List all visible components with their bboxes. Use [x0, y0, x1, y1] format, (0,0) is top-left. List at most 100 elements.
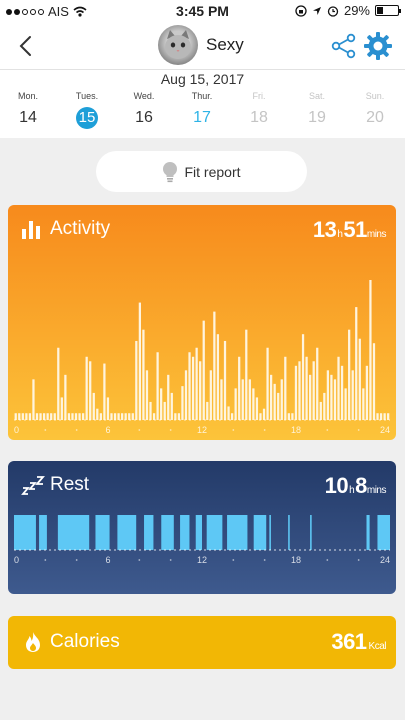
activity-bar [323, 392, 326, 420]
activity-bar [294, 365, 298, 420]
activity-bar [60, 397, 63, 420]
activity-bar [362, 388, 365, 420]
rest-sleep-block [144, 515, 154, 550]
activity-bar [387, 413, 390, 420]
settings-gear-icon[interactable] [362, 30, 394, 62]
activity-bar [28, 413, 32, 420]
activity-bar [213, 311, 216, 420]
axis-tick-label: 12 [197, 425, 207, 435]
activity-bar [348, 329, 351, 420]
activity-bar [57, 347, 60, 420]
activity-bar [248, 379, 251, 420]
axis-tick-label: 18 [291, 425, 301, 435]
activity-bar [85, 356, 88, 420]
day-name: Wed. [133, 91, 155, 101]
activity-bar [117, 413, 120, 420]
axis-minor-dot [169, 429, 172, 431]
rest-sleep-block [180, 515, 190, 550]
activity-bar [379, 413, 383, 420]
day-14[interactable]: Mon. 14 [3, 90, 53, 129]
rotation-lock-icon [295, 4, 307, 17]
activity-bar [316, 347, 319, 420]
activity-bar [42, 413, 46, 420]
activity-card[interactable]: Activity 13h51mins 0 6 12 18 24 [8, 205, 396, 440]
app-header: Sexy [0, 22, 405, 70]
avatar[interactable] [158, 25, 198, 65]
activity-bar [358, 338, 361, 420]
profile-name[interactable]: Sexy [206, 35, 244, 55]
axis-tick-label: 24 [380, 555, 390, 565]
battery-level-fill [377, 7, 383, 14]
activity-bar [131, 413, 134, 420]
activity-bar [280, 379, 283, 420]
cat-avatar-icon [165, 30, 191, 59]
activity-bar [223, 340, 227, 420]
day-19: Sat. 19 [292, 90, 342, 129]
day-name: Thur. [191, 91, 213, 101]
activity-bar [227, 406, 230, 420]
rest-sleep-block [310, 515, 312, 550]
day-16[interactable]: Wed. 16 [119, 90, 169, 129]
activity-bar [269, 374, 273, 420]
rest-sleep-block [57, 515, 90, 550]
activity-bar [167, 374, 170, 420]
share-icon[interactable] [330, 32, 358, 60]
activity-bar [35, 413, 39, 420]
activity-bar [234, 388, 237, 420]
axis-tick-label: 6 [105, 425, 110, 435]
activity-bar [103, 363, 106, 420]
axis-minor-dot [326, 429, 329, 431]
calories-amount: 361 Kcal [331, 629, 386, 655]
fit-report-label: Fit report [184, 163, 241, 180]
day-number: 14 [19, 109, 37, 126]
activity-bar [216, 334, 220, 420]
activity-bar [145, 370, 149, 420]
battery-icon [375, 5, 401, 16]
activity-bar [121, 413, 124, 420]
activity-bar [252, 388, 255, 420]
activity-bar [355, 307, 358, 420]
calories-card[interactable]: Calories 361 Kcal [8, 616, 396, 669]
rest-sleep-block [161, 515, 174, 550]
activity-bar [74, 413, 78, 420]
activity-bar [262, 408, 266, 420]
day-number: 16 [135, 109, 153, 126]
calories-value: 361 [331, 629, 367, 654]
rest-sleep-block [117, 515, 137, 550]
activity-bar [383, 413, 386, 420]
rest-sleep-block [366, 515, 370, 550]
activity-bar [21, 413, 24, 420]
axis-minor-dot [138, 429, 141, 431]
fit-report-button[interactable]: Fit report [96, 151, 307, 192]
day-17[interactable]: Thur. 17 [177, 90, 227, 129]
rest-sleep-block [206, 515, 223, 550]
activity-bar [50, 413, 53, 420]
day-15[interactable]: Tues. 15 [62, 90, 112, 129]
day-number: 18 [250, 109, 268, 126]
axis-tick-label: 24 [380, 425, 390, 435]
activity-bar [191, 356, 195, 420]
activity-bar [220, 379, 223, 420]
rest-card[interactable]: Rest 10h8mins 0 6 12 18 24 [8, 461, 396, 594]
axis-minor-dot [232, 429, 235, 431]
axis-minor-dot [138, 559, 141, 561]
activity-bar [326, 370, 329, 420]
day-18: Fri. 18 [234, 90, 284, 129]
activity-bar [230, 413, 234, 420]
axis-tick-label: 6 [105, 555, 110, 565]
activity-bar [18, 413, 21, 420]
status-right: 29% [295, 3, 401, 18]
activity-bar [344, 388, 347, 420]
calories-unit: Kcal [368, 641, 387, 652]
activity-bar [284, 356, 287, 420]
day-name: Mon. [17, 91, 38, 101]
profile[interactable]: Sexy [158, 25, 244, 65]
axis-tick-label: 0 [14, 425, 19, 435]
rest-sleep-block [253, 515, 267, 550]
activity-bar [96, 408, 99, 420]
activity-bar [206, 401, 209, 420]
back-chevron-icon[interactable] [12, 32, 40, 60]
axis-minor-dot [326, 559, 329, 561]
activity-bar [89, 361, 92, 420]
rest-sleep-block [288, 515, 290, 550]
